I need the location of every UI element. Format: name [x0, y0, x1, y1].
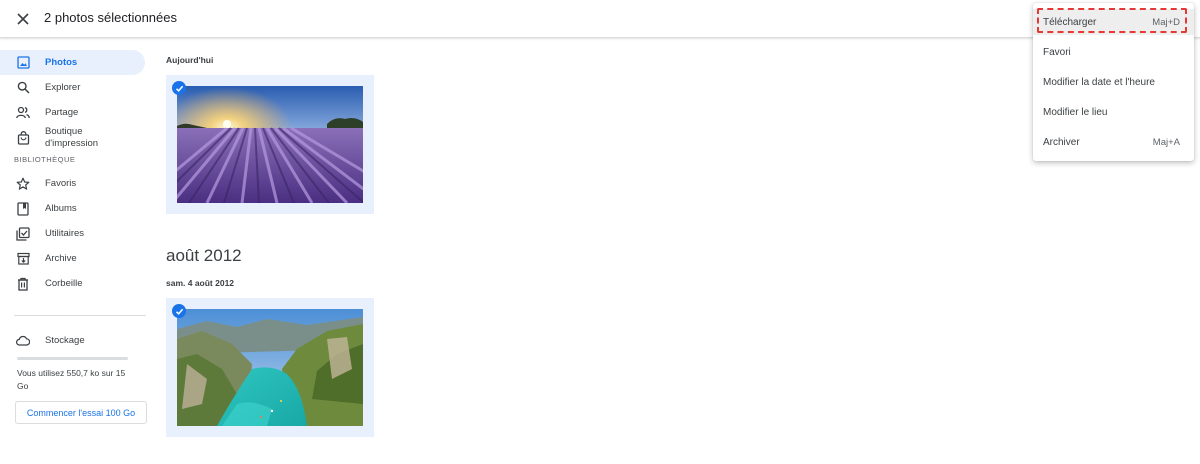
menu-item-modifier-lieu[interactable]: Modifier le lieu: [1033, 99, 1194, 125]
close-icon[interactable]: [12, 8, 34, 30]
sidebar-item-label: Corbeille: [45, 278, 83, 289]
storage-section: Stockage Vous utilisez 550,7 ko sur 15 G…: [0, 330, 150, 393]
selection-title: 2 photos sélectionnées: [44, 10, 177, 25]
sidebar-item-stockage[interactable]: Stockage: [0, 330, 150, 350]
sidebar-item-label: Boutique d'impression: [45, 126, 99, 149]
menu-item-archiver[interactable]: Archiver Maj+A: [1033, 129, 1194, 155]
cloud-icon: [16, 333, 30, 347]
sidebar-item-partage[interactable]: Partage: [0, 100, 150, 125]
menu-item-label: Archiver: [1043, 136, 1080, 148]
trash-icon: [16, 277, 30, 291]
selected-check-icon[interactable]: [172, 304, 186, 318]
river-gorge-photo: [177, 309, 363, 426]
photo-icon: [16, 56, 30, 70]
menu-item-shortcut: Maj+D: [1152, 16, 1180, 28]
sidebar-item-corbeille[interactable]: Corbeille: [0, 271, 150, 296]
utilities-icon: [16, 226, 30, 241]
menu-item-favori[interactable]: Favori: [1033, 39, 1194, 65]
sidebar-divider: [14, 315, 146, 316]
sidebar-item-favoris[interactable]: Favoris: [0, 171, 150, 196]
sidebar-item-label: Partage: [45, 107, 79, 118]
photo-tile-gorge[interactable]: [166, 298, 374, 437]
selection-toolbar: 2 photos sélectionnées: [0, 0, 1200, 38]
storage-usage-bar: [17, 357, 128, 360]
actions-menu: Télécharger Maj+D Favori Modifier la dat…: [1033, 3, 1194, 161]
sidebar: Photos Explorer Partage Boutique d'impre…: [0, 50, 150, 296]
bag-icon: [16, 131, 30, 145]
library-section-label: BIBLIOTHÈQUE: [14, 155, 76, 164]
storage-usage-text: Vous utilisez 550,7 ko sur 15 Go: [17, 368, 126, 391]
date-group-today: Aujourd'hui: [166, 55, 214, 65]
menu-item-label: Modifier le lieu: [1043, 106, 1108, 118]
lavender-field-photo: [177, 86, 363, 203]
sidebar-item-label: Albums: [45, 203, 77, 214]
sidebar-item-label: Photos: [45, 57, 78, 68]
photo-tile-lavender[interactable]: [166, 75, 374, 214]
sidebar-item-boutique[interactable]: Boutique d'impression: [0, 125, 150, 151]
menu-item-shortcut: Maj+A: [1152, 136, 1180, 148]
archive-icon: [16, 252, 30, 266]
sidebar-item-albums[interactable]: Albums: [0, 196, 150, 221]
sidebar-item-archive[interactable]: Archive: [0, 246, 150, 271]
sidebar-item-label: Favoris: [45, 178, 77, 189]
menu-item-modifier-date[interactable]: Modifier la date et l'heure: [1033, 69, 1194, 95]
menu-item-label: Télécharger: [1043, 16, 1097, 28]
sidebar-item-photos[interactable]: Photos: [0, 50, 145, 75]
sidebar-item-label: Archive: [45, 253, 77, 264]
album-icon: [16, 201, 30, 216]
menu-item-label: Modifier la date et l'heure: [1043, 76, 1155, 88]
search-icon: [16, 81, 30, 95]
menu-item-label: Favori: [1043, 46, 1071, 58]
people-icon: [16, 106, 30, 120]
sidebar-item-label: Explorer: [45, 82, 81, 93]
star-icon: [16, 177, 30, 191]
sidebar-item-explorer[interactable]: Explorer: [0, 75, 150, 100]
menu-item-telecharger[interactable]: Télécharger Maj+D: [1033, 9, 1194, 35]
sidebar-item-label: Utilitaires: [45, 228, 85, 239]
month-heading: août 2012: [166, 246, 242, 265]
sidebar-item-label: Stockage: [45, 334, 85, 346]
start-trial-button[interactable]: Commencer l'essai 100 Go: [15, 401, 147, 424]
date-group-label: sam. 4 août 2012: [166, 278, 235, 288]
sidebar-item-utilitaires[interactable]: Utilitaires: [0, 221, 150, 246]
selected-check-icon[interactable]: [172, 81, 186, 95]
